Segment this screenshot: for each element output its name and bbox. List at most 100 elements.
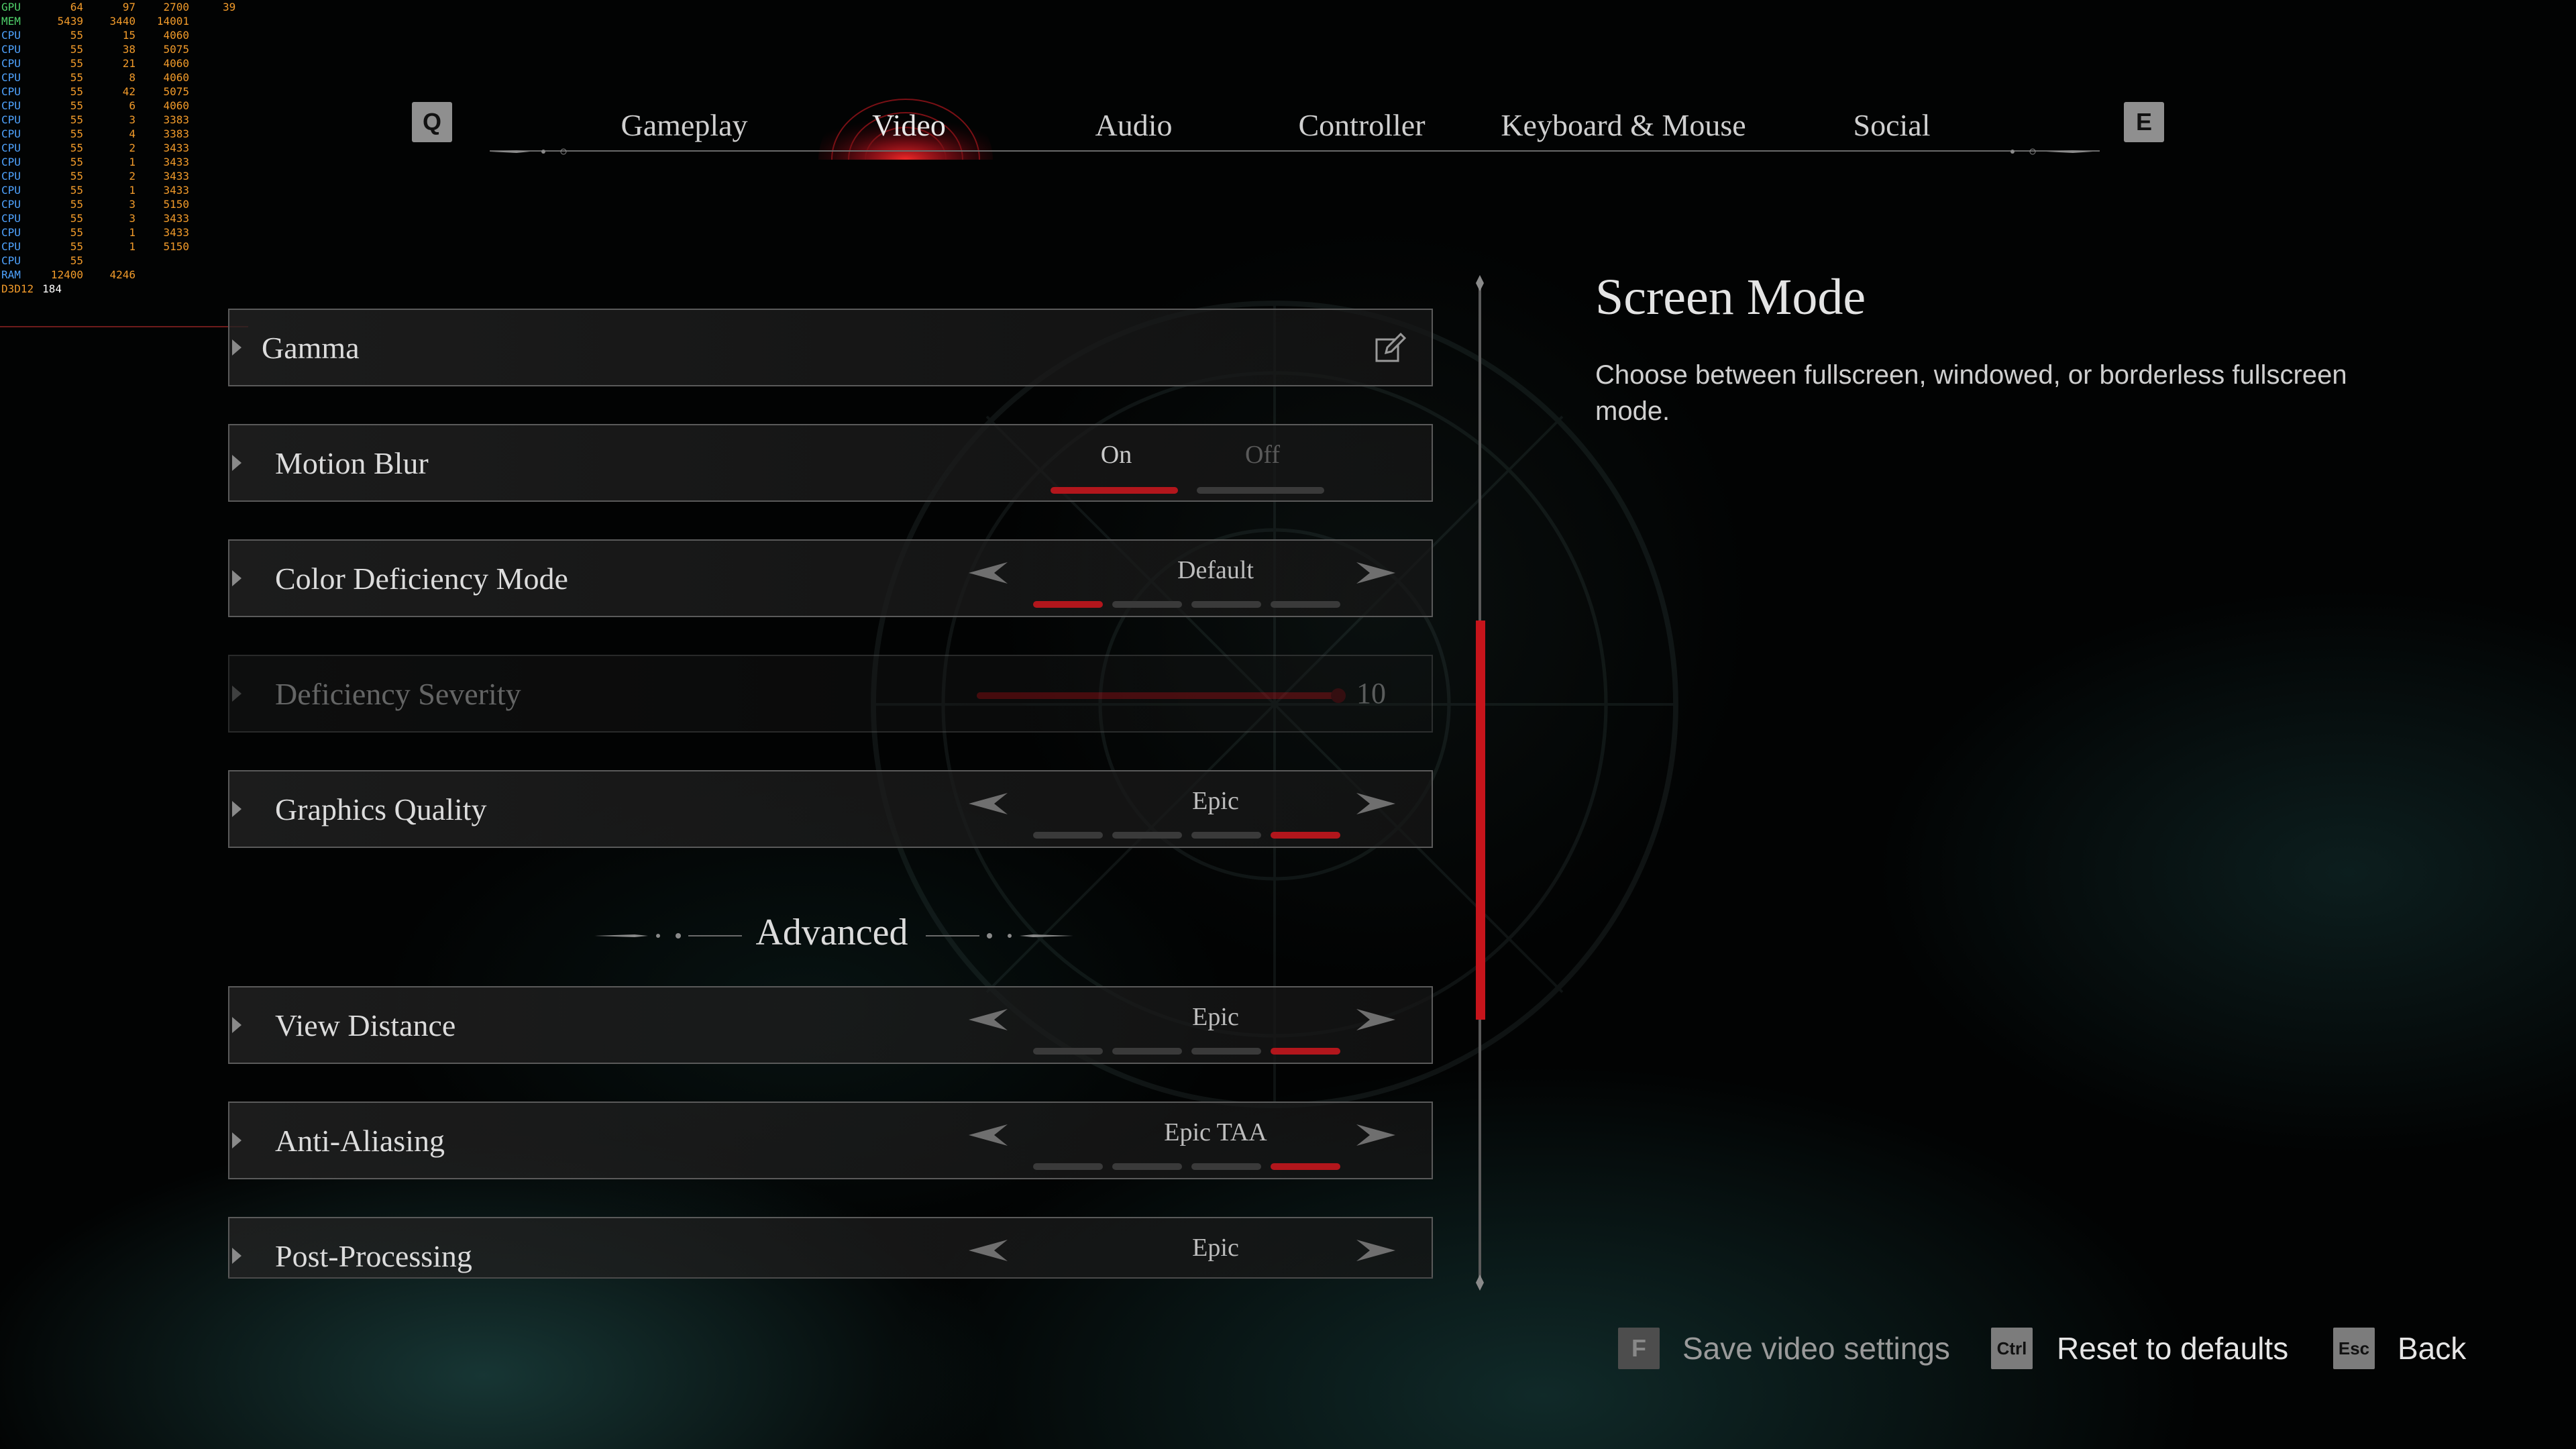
overlay-value: 15 xyxy=(122,29,136,42)
overlay-value: 8 xyxy=(129,71,136,84)
overlay-label: CPU xyxy=(1,212,21,225)
arrow-right-icon[interactable] xyxy=(1350,1122,1397,1148)
level-segment xyxy=(1191,1048,1261,1055)
setting-label: Anti-Aliasing xyxy=(275,1124,445,1158)
overlay-label: CPU xyxy=(1,184,21,197)
info-title: Screen Mode xyxy=(1595,269,1866,325)
overlay-value: 5150 xyxy=(163,240,189,253)
slider-track xyxy=(977,692,1339,699)
overlay-label: CPU xyxy=(1,57,21,70)
overlay-value: 55 xyxy=(70,254,83,267)
toggle-on-option[interactable]: On xyxy=(1049,440,1183,470)
level-segment xyxy=(1033,832,1103,839)
setting-label: Gamma xyxy=(262,331,360,365)
arrow-left-icon[interactable] xyxy=(967,790,1014,817)
row-caret-icon xyxy=(232,339,241,356)
level-segment xyxy=(1191,832,1261,839)
key-ctrl-icon: Ctrl xyxy=(1991,1328,2033,1369)
setting-value: Epic xyxy=(1192,1234,1239,1262)
level-segment xyxy=(1112,1163,1182,1170)
setting-row-anti-aliasing[interactable]: Anti-Aliasing Epic TAA xyxy=(228,1102,1433,1179)
overlay-value: 12400 xyxy=(50,268,83,281)
overlay-graph-line xyxy=(0,326,248,327)
arrow-right-icon[interactable] xyxy=(1350,790,1397,817)
overlay-value: 55 xyxy=(70,43,83,56)
level-segment xyxy=(1191,1163,1261,1170)
heading-ornament-right xyxy=(926,933,1073,938)
list-clip-edge xyxy=(228,1277,1433,1279)
setting-row-post-processing[interactable]: Post-Processing Epic xyxy=(228,1217,1433,1277)
reset-label: Reset to defaults xyxy=(2057,1331,2289,1366)
overlay-label: MEM xyxy=(1,15,21,28)
save-label: Save video settings xyxy=(1682,1331,1950,1366)
tab-audio[interactable]: Audio xyxy=(1053,102,1214,149)
arrow-right-icon[interactable] xyxy=(1350,559,1397,586)
row-caret-icon xyxy=(232,1132,241,1148)
edit-icon[interactable] xyxy=(1374,333,1406,365)
setting-label: Post-Processing xyxy=(275,1239,472,1273)
scroll-down-cap-icon xyxy=(1476,1275,1484,1291)
level-segment xyxy=(1033,601,1103,608)
overlay-label: RAM xyxy=(1,268,21,281)
overlay-value: 4060 xyxy=(163,57,189,70)
arrow-right-icon[interactable] xyxy=(1350,1237,1397,1264)
settings-tab-bar: Q E Gameplay Video Audio Controller Keyb… xyxy=(0,87,2576,174)
tab-ornament-left xyxy=(490,148,567,155)
setting-value: Epic xyxy=(1192,1003,1239,1031)
overlay-value: 1 xyxy=(129,184,136,197)
overlay-value: 55 xyxy=(70,29,83,42)
overlay-label: CPU xyxy=(1,29,21,42)
overlay-value: 3 xyxy=(129,198,136,211)
overlay-value: 184 xyxy=(42,282,62,295)
slider-fill xyxy=(977,692,1339,699)
scrollbar-thumb[interactable] xyxy=(1476,621,1485,1020)
overlay-value: 38 xyxy=(122,43,136,56)
setting-row-color-deficiency-mode[interactable]: Color Deficiency Mode Default xyxy=(228,539,1433,617)
overlay-value: 3440 xyxy=(109,15,136,28)
tab-controller[interactable]: Controller xyxy=(1268,102,1456,149)
prev-tab-key[interactable]: Q xyxy=(412,102,452,142)
overlay-value: 3433 xyxy=(163,212,189,225)
setting-label: Deficiency Severity xyxy=(275,677,521,711)
back-label: Back xyxy=(2398,1331,2467,1366)
arrow-left-icon[interactable] xyxy=(967,559,1014,586)
overlay-value: 4060 xyxy=(163,71,189,84)
tab-social[interactable]: Social xyxy=(1811,102,1972,149)
overlay-label: CPU xyxy=(1,43,21,56)
toggle-on-indicator xyxy=(1051,487,1178,494)
overlay-value: 5150 xyxy=(163,198,189,211)
arrow-left-icon[interactable] xyxy=(967,1237,1014,1264)
tab-gameplay[interactable]: Gameplay xyxy=(590,102,778,149)
level-segment xyxy=(1271,1048,1340,1055)
setting-label: View Distance xyxy=(275,1008,456,1042)
toggle-off-indicator xyxy=(1197,487,1324,494)
setting-row-deficiency-severity: Deficiency Severity 10 xyxy=(228,655,1433,733)
setting-row-motion-blur[interactable]: Motion Blur On Off xyxy=(228,424,1433,502)
toggle-off-option[interactable]: Off xyxy=(1195,440,1330,470)
next-tab-key[interactable]: E xyxy=(2124,102,2164,142)
overlay-value: 55 xyxy=(70,184,83,197)
section-heading-advanced: Advanced xyxy=(755,912,908,953)
arrow-right-icon[interactable] xyxy=(1350,1006,1397,1033)
setting-row-view-distance[interactable]: View Distance Epic xyxy=(228,986,1433,1064)
overlay-value: 55 xyxy=(70,226,83,239)
overlay-value: 4060 xyxy=(163,29,189,42)
row-caret-icon xyxy=(232,1248,241,1264)
overlay-value: 5075 xyxy=(163,43,189,56)
arrow-left-icon[interactable] xyxy=(967,1122,1014,1148)
slider-handle[interactable] xyxy=(1331,688,1346,703)
setting-row-graphics-quality[interactable]: Graphics Quality Epic xyxy=(228,770,1433,848)
tab-ornament-right xyxy=(2010,148,2093,155)
level-segment xyxy=(1191,601,1261,608)
tab-underline xyxy=(490,150,2100,152)
tab-video[interactable]: Video xyxy=(832,102,986,149)
overlay-value: 3433 xyxy=(163,184,189,197)
setting-row-gamma[interactable]: Gamma xyxy=(228,309,1433,386)
tab-keyboard-mouse[interactable]: Keyboard & Mouse xyxy=(1483,102,1764,149)
arrow-left-icon[interactable] xyxy=(967,1006,1014,1033)
overlay-label: GPU xyxy=(1,1,21,13)
overlay-label: CPU xyxy=(1,71,21,84)
setting-label: Graphics Quality xyxy=(275,792,487,826)
heading-ornament-left xyxy=(594,933,742,938)
overlay-value: 3433 xyxy=(163,226,189,239)
